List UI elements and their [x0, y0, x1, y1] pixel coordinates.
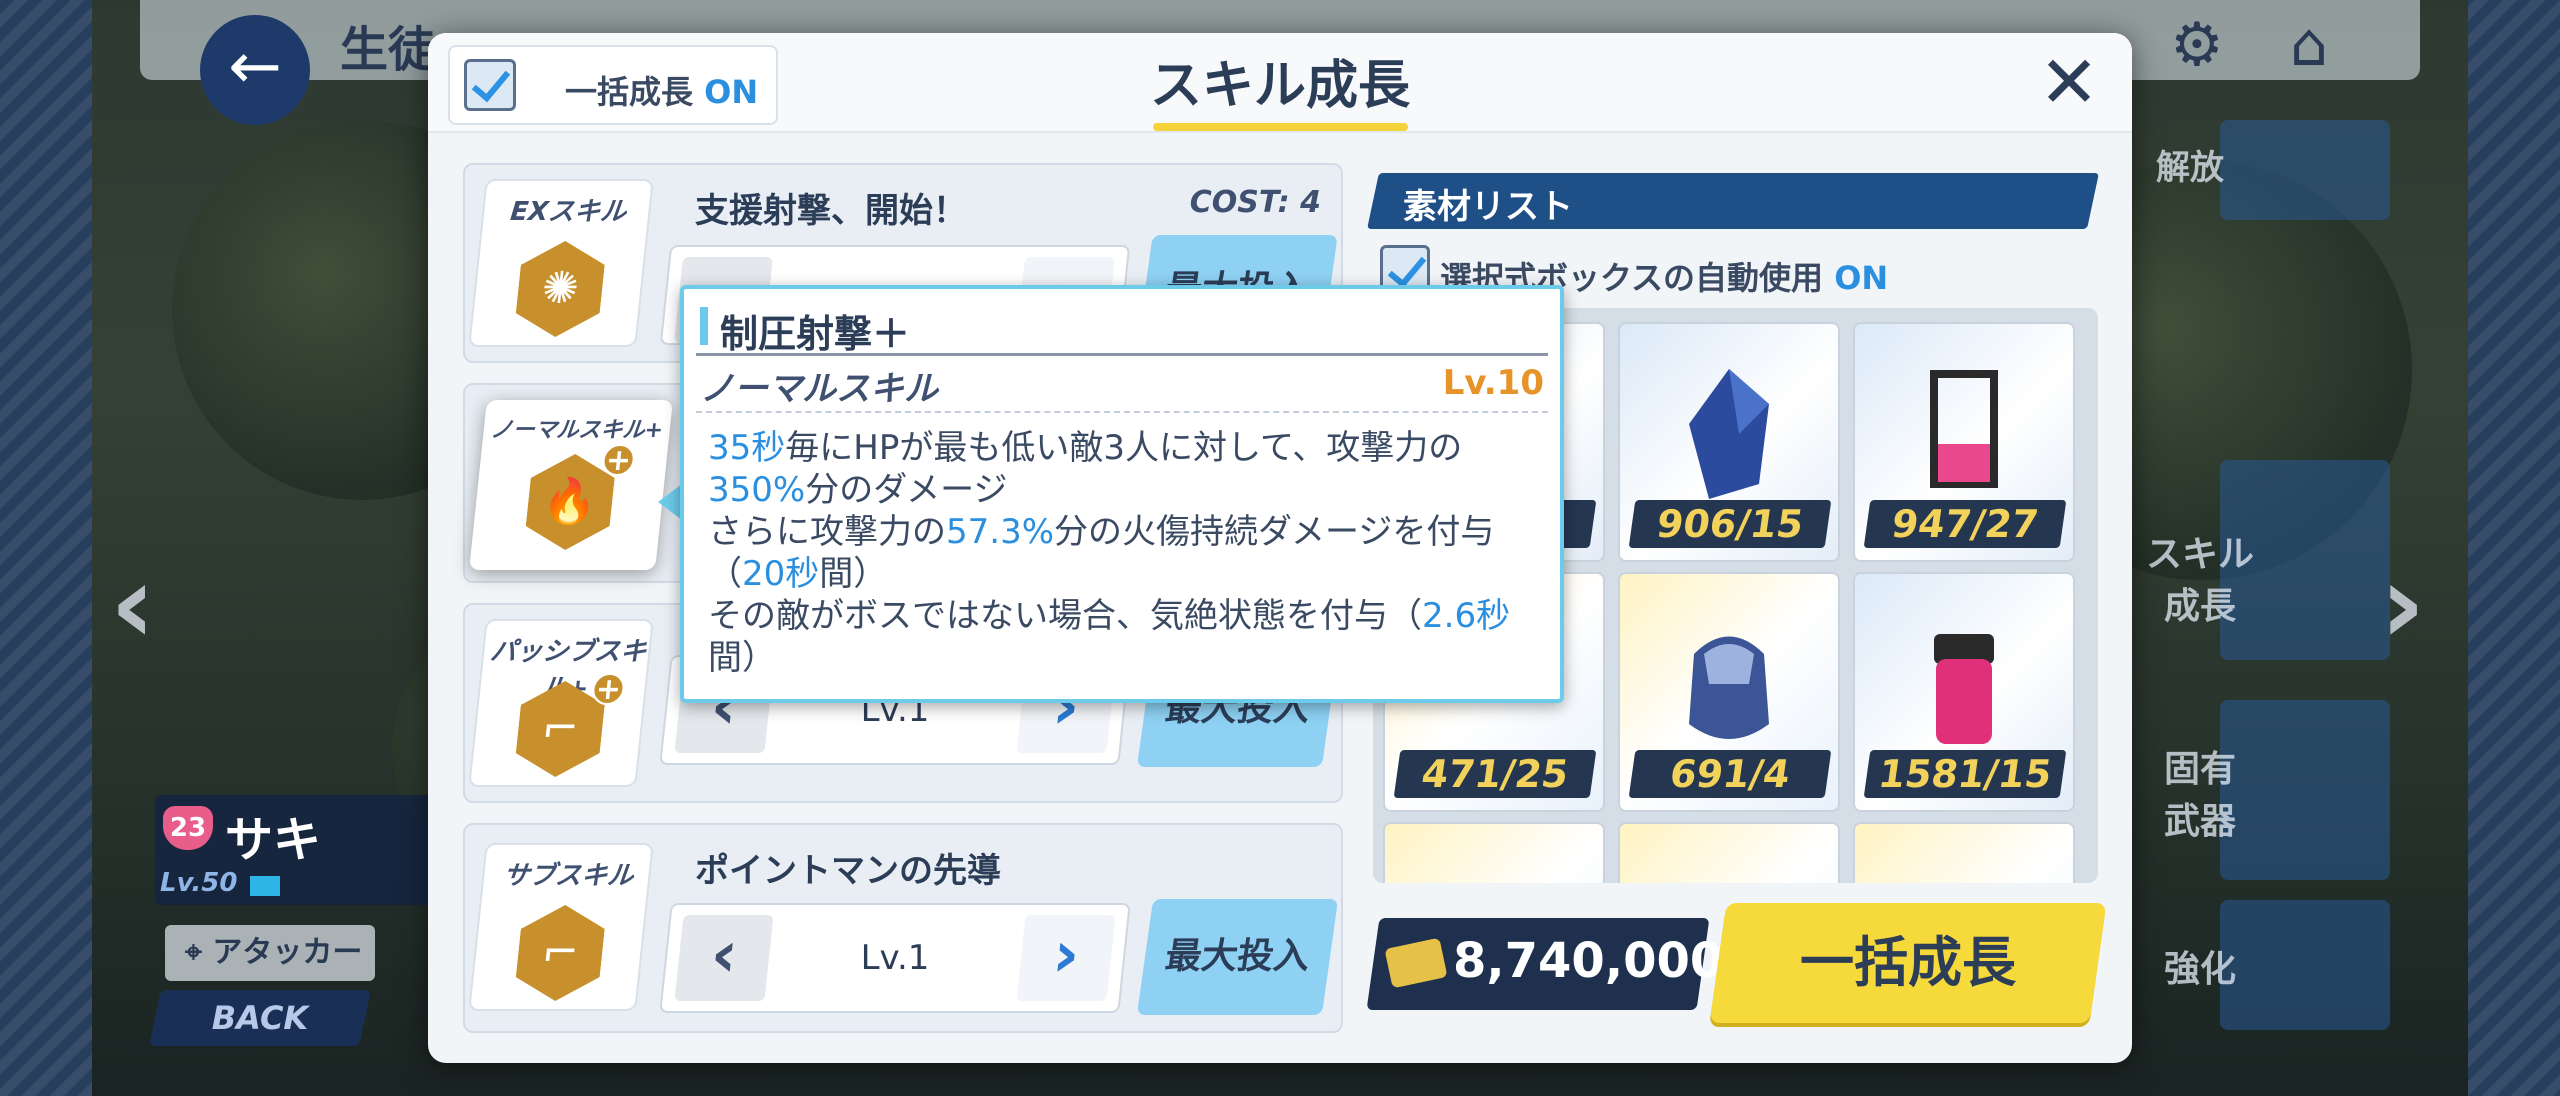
close-button[interactable]: ✕ [2034, 46, 2104, 121]
back-button[interactable]: BACK [155, 990, 365, 1046]
skill-name: ポイントマンの先導 [695, 851, 1001, 891]
blue-stone-icon [1689, 636, 1769, 739]
dialog-header: 一括成長 ON スキル成長 ✕ [428, 33, 2132, 133]
tooltip-skill-type: ノーマルスキル [700, 369, 938, 409]
right-menu-enhance-label: 強化 [2163, 949, 2236, 990]
home-icon[interactable]: ⌂ [2290, 10, 2328, 80]
auto-box-state: ON [1834, 259, 1889, 297]
credits-amount: 8,740,000 [1453, 933, 1724, 989]
right-menu-skill-growth-label: スキル 成長 [2145, 534, 2254, 627]
material-card[interactable] [1853, 822, 2075, 883]
sub-skill-row: サブスキル ⌐ ポイントマンの先導 Lv.1 ‹ › 最大投入 [463, 823, 1343, 1033]
title-underline [1153, 123, 1408, 131]
material-card[interactable]: 1581/15 [1853, 572, 2075, 812]
material-card[interactable]: 906/15 [1618, 322, 1840, 562]
material-count: 947/27 [1863, 500, 2067, 548]
dialog-title: スキル成長 [1149, 56, 1410, 116]
hud-title: 生徒 [340, 22, 437, 78]
skill-type-label: EXスキル [508, 197, 628, 227]
character-level: Lv.50 [160, 868, 238, 898]
ex-skill-icon: ✺ [513, 241, 607, 337]
back-arrow-button[interactable]: ← [200, 15, 310, 125]
level-increase-button[interactable]: › [1016, 915, 1116, 1001]
normal-skill-card[interactable]: ノーマルスキル+ 🔥 + [469, 400, 673, 570]
right-menu-unique-weapon-label: 固有 武器 [2163, 749, 2236, 842]
sub-skill-card[interactable]: サブスキル ⌐ [468, 843, 654, 1011]
bulk-growth-button[interactable]: 一括成長 [1718, 903, 2098, 1023]
tooltip-skill-level: Lv.10 [1442, 363, 1544, 403]
skill-cost: COST: 4 [1189, 185, 1321, 220]
material-card[interactable]: 691/4 [1618, 572, 1840, 812]
material-count: 1581/15 [1863, 750, 2067, 798]
tooltip-description: 35秒毎にHPが最も低い敵3人に対して、攻撃力の350%分のダメージ さらに攻撃… [708, 428, 1511, 678]
material-card[interactable]: 947/27 [1853, 322, 2075, 562]
material-card[interactable] [1618, 822, 1840, 883]
material-count: 691/4 [1628, 750, 1832, 798]
affection-heart-icon: 23 [163, 806, 213, 850]
pistol-skill-icon: ⌐ [513, 905, 607, 1001]
sub-max-invest-button[interactable]: 最大投入 [1136, 899, 1339, 1015]
passive-skill-card[interactable]: パッシブスキル+ ⌐ + [468, 619, 654, 787]
material-count: 906/15 [1628, 500, 1832, 548]
level-progress-bar [250, 876, 280, 896]
tooltip-accent-bar [700, 307, 708, 345]
sub-level-control: Lv.1 ‹ › [659, 903, 1131, 1013]
skill-name: 支援射撃、開始！ [695, 191, 967, 231]
pink-flask-icon [1930, 370, 1998, 488]
tooltip-pointer [658, 484, 682, 520]
skill-tooltip: 制圧射撃＋ ノーマルスキル Lv.10 35秒毎にHPが最も低い敵3人に対して、… [680, 285, 1564, 703]
tooltip-divider [696, 353, 1548, 356]
pink-canister-icon [1934, 634, 1994, 744]
tooltip-title: 制圧射撃＋ [720, 312, 911, 356]
skill-type-label: サブスキル [501, 861, 635, 891]
material-count: 471/25 [1393, 750, 1597, 798]
ex-skill-card[interactable]: EXスキル ✺ [468, 179, 654, 347]
blue-crystal-icon [1689, 369, 1769, 499]
tooltip-dashed-divider [696, 411, 1548, 413]
gear-icon[interactable]: ⚙ [2170, 10, 2224, 80]
material-list-header: 素材リスト [1403, 187, 1573, 227]
skill-type-label: ノーマルスキル+ [489, 418, 665, 443]
prev-student-arrow[interactable]: ‹ [110, 540, 155, 668]
level-decrease-button[interactable]: ‹ [674, 915, 774, 1001]
role-badge: ⌖ アタッカー [165, 925, 375, 981]
right-menu-unlock-label: 解放 [2156, 148, 2224, 188]
plus-badge-icon: + [600, 443, 637, 478]
material-card[interactable] [1383, 822, 1605, 883]
character-name: サキ [225, 812, 322, 868]
